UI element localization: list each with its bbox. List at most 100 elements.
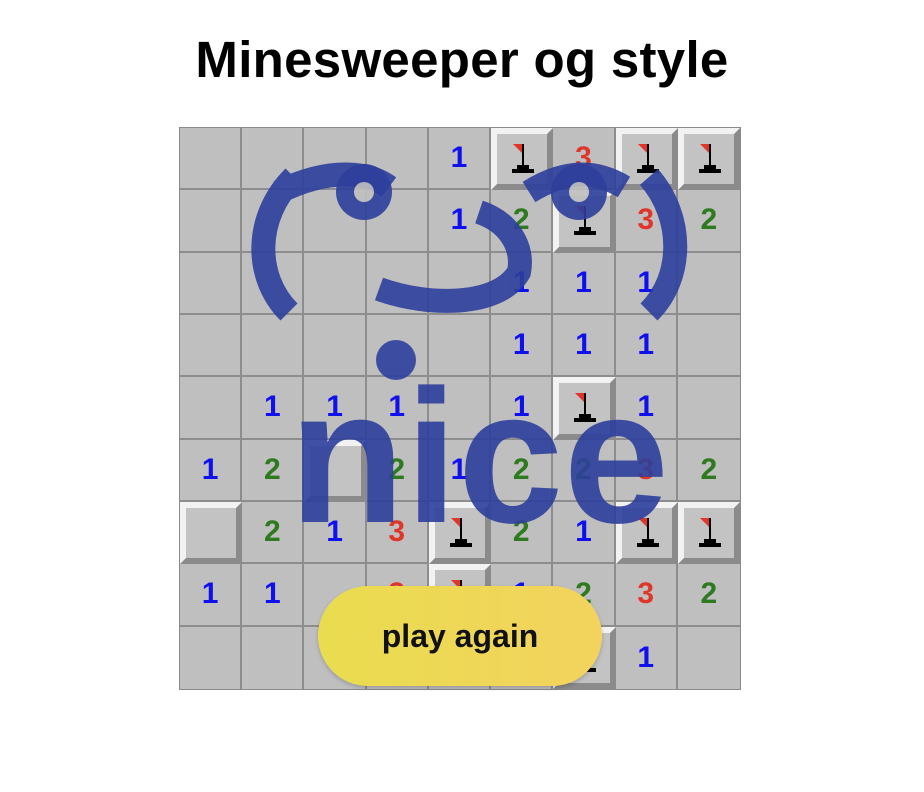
cell-number: 1: [637, 265, 654, 299]
empty-cell[interactable]: [677, 626, 740, 689]
number-cell[interactable]: 3: [615, 439, 678, 502]
number-cell[interactable]: 1: [615, 626, 678, 689]
number-cell[interactable]: 1: [242, 564, 305, 627]
cell-number: 1: [450, 452, 468, 486]
cell-number: 1: [637, 328, 654, 362]
number-cell[interactable]: 2: [242, 501, 305, 565]
cell-number: 3: [637, 203, 654, 237]
cell-number: 1: [575, 328, 592, 362]
number-cell[interactable]: 1: [366, 377, 429, 440]
cell-number: 2: [388, 452, 406, 486]
cell-number: 2: [700, 203, 718, 237]
number-cell[interactable]: 1: [553, 314, 616, 378]
number-cell[interactable]: 1: [491, 252, 554, 315]
number-cell[interactable]: 2: [677, 439, 740, 502]
flag-icon: [507, 142, 537, 176]
flagged-cell[interactable]: [615, 128, 678, 191]
number-cell[interactable]: 1: [491, 377, 554, 440]
empty-cell[interactable]: [180, 128, 243, 191]
unrevealed-cell[interactable]: [180, 501, 243, 565]
play-again-button[interactable]: play again: [318, 586, 602, 686]
number-cell[interactable]: 1: [242, 377, 305, 440]
number-cell[interactable]: 1: [428, 128, 492, 191]
empty-cell[interactable]: [180, 190, 243, 253]
number-cell[interactable]: 3: [615, 190, 678, 253]
unrevealed-cell[interactable]: [304, 439, 367, 502]
cell-number: 3: [388, 515, 406, 549]
empty-cell[interactable]: [366, 190, 429, 253]
cell-number: 1: [388, 390, 406, 424]
number-cell[interactable]: 2: [366, 439, 429, 502]
empty-cell[interactable]: [242, 190, 305, 253]
flag-icon: [694, 516, 724, 550]
flagged-cell[interactable]: [553, 377, 616, 440]
cell-number: 2: [512, 452, 530, 486]
number-cell[interactable]: 3: [366, 501, 429, 565]
number-cell[interactable]: 1: [553, 252, 616, 315]
empty-cell[interactable]: [428, 377, 492, 440]
empty-cell[interactable]: [242, 314, 305, 378]
cell-number: 1: [326, 390, 343, 424]
cell-number: 2: [700, 577, 718, 611]
empty-cell[interactable]: [180, 377, 243, 440]
flagged-cell[interactable]: [428, 501, 492, 565]
number-cell[interactable]: 1: [615, 377, 678, 440]
empty-cell[interactable]: [366, 252, 429, 315]
flagged-cell[interactable]: [677, 501, 740, 565]
number-cell[interactable]: 2: [491, 501, 554, 565]
empty-cell[interactable]: [242, 128, 305, 191]
cell-number: 1: [512, 390, 530, 424]
number-cell[interactable]: 2: [242, 439, 305, 502]
flag-icon: [445, 516, 475, 550]
empty-cell[interactable]: [180, 314, 243, 378]
flag-icon: [569, 391, 599, 425]
number-cell[interactable]: 1: [304, 377, 367, 440]
cell-number: 2: [263, 515, 281, 549]
empty-cell[interactable]: [242, 626, 305, 689]
flag-icon: [632, 142, 662, 176]
empty-cell[interactable]: [428, 314, 492, 378]
cell-number: 3: [637, 577, 654, 611]
number-cell[interactable]: 1: [180, 439, 243, 502]
cell-number: 2: [512, 203, 530, 237]
cell-number: 2: [575, 452, 592, 486]
number-cell[interactable]: 2: [677, 564, 740, 627]
number-cell[interactable]: 1: [428, 439, 492, 502]
number-cell[interactable]: 1: [491, 314, 554, 378]
cell-number: 1: [450, 203, 468, 237]
number-cell[interactable]: 3: [615, 564, 678, 627]
empty-cell[interactable]: [677, 252, 740, 315]
cell-number: 1: [326, 515, 343, 549]
flag-icon: [694, 142, 724, 176]
empty-cell[interactable]: [304, 190, 367, 253]
cell-number: 1: [263, 390, 281, 424]
empty-cell[interactable]: [180, 252, 243, 315]
empty-cell[interactable]: [677, 314, 740, 378]
flagged-cell[interactable]: [491, 128, 554, 191]
number-cell[interactable]: 1: [615, 314, 678, 378]
cell-number: 3: [637, 452, 654, 486]
empty-cell[interactable]: [304, 128, 367, 191]
number-cell[interactable]: 3: [553, 128, 616, 191]
flagged-cell[interactable]: [677, 128, 740, 191]
empty-cell[interactable]: [304, 314, 367, 378]
number-cell[interactable]: 1: [304, 501, 367, 565]
empty-cell[interactable]: [366, 314, 429, 378]
empty-cell[interactable]: [677, 377, 740, 440]
number-cell[interactable]: 1: [180, 564, 243, 627]
empty-cell[interactable]: [242, 252, 305, 315]
number-cell[interactable]: 2: [491, 190, 554, 253]
empty-cell[interactable]: [366, 128, 429, 191]
empty-cell[interactable]: [428, 252, 492, 315]
number-cell[interactable]: 2: [677, 190, 740, 253]
empty-cell[interactable]: [304, 252, 367, 315]
flagged-cell[interactable]: [553, 190, 616, 253]
number-cell[interactable]: 2: [553, 439, 616, 502]
flagged-cell[interactable]: [615, 501, 678, 565]
flag-icon: [632, 516, 662, 550]
number-cell[interactable]: 2: [491, 439, 554, 502]
empty-cell[interactable]: [180, 626, 243, 689]
number-cell[interactable]: 1: [615, 252, 678, 315]
number-cell[interactable]: 1: [428, 190, 492, 253]
number-cell[interactable]: 1: [553, 501, 616, 565]
